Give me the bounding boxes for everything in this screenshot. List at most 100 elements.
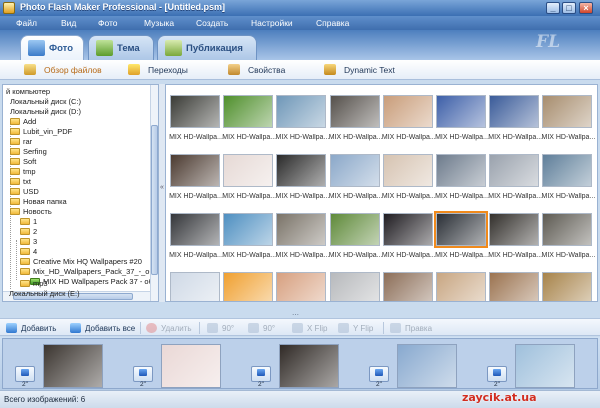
thumbnail-grid[interactable]: MIX HD-Wallpa... MIX HD-Wallpa... MIX HD-W… [165,84,598,302]
tree-item[interactable]: Локальный диск (C:) [10,97,81,107]
thumbnail-item[interactable] [542,272,593,301]
thumbnail-item[interactable]: MIX HD-Wallpa... [541,154,595,210]
thumbnail-item[interactable]: MIX HD-Wallpa... [169,213,223,269]
tab-theme[interactable]: Тема [88,35,154,60]
tree-item[interactable]: Add [10,117,36,127]
subtab-transitions-label: Переходы [148,65,188,75]
thumbnail-item[interactable]: MIX HD-Wallpa... [382,154,436,210]
folder-icon [10,128,20,135]
thumbnail-item[interactable]: MIX HD-Wallpa... [222,95,276,151]
thumbnail-item[interactable]: MIX HD-Wallpa... [382,213,436,269]
maximize-button[interactable]: □ [562,2,576,14]
tree-item-label: Add [23,117,37,126]
tree-item-mp3[interactable]: mp3 [20,279,48,289]
thumbnail-item[interactable] [276,272,327,301]
thumbnail-caption: MIX HD-Wallpa... [488,134,543,141]
thumbnail-image [382,272,433,301]
menu-photo[interactable]: Фото [98,18,118,28]
thumbnail-item[interactable]: MIX HD-Wallpa... [488,154,542,210]
thumbnail-caption: MIX HD-Wallpa... [275,193,330,200]
transition-icon[interactable] [487,366,507,382]
thumbnail-item[interactable]: MIX HD-Wallpa... [275,213,329,269]
tree-item[interactable]: Serfing [10,147,47,157]
thumbnail-item[interactable] [223,272,274,301]
tree-item-label: Soft [23,157,37,166]
thumbnail-item[interactable]: MIX HD-Wallpa... [329,154,383,210]
thumbnail-item[interactable]: MIX HD-Wallpa... [222,213,276,269]
menu-music[interactable]: Музыка [144,18,174,28]
thumbnail-item[interactable]: MIX HD-Wallpa... [169,95,223,151]
thumbnail-item[interactable]: MIX HD-Wallpa... [382,95,436,151]
thumbnail-image [382,213,433,246]
slide-duration: 2" [494,381,500,388]
xflip-icon [292,323,303,333]
thumbnail-item[interactable]: MIX HD-Wallpa... [275,95,329,151]
thumbnail-item[interactable]: MIX HD-Wallpa... [488,95,542,151]
tree-item[interactable]: 3 [20,237,37,247]
tree-item[interactable]: Новая папка [10,197,67,207]
menu-file[interactable]: Файл [16,18,37,28]
tree-item[interactable]: й компьютер [6,87,50,97]
tree-item[interactable]: Soft [10,157,36,167]
thumbnail-item[interactable]: MIX HD-Wallpa... [275,154,329,210]
thumbnail-item[interactable]: MIX HD-Wallpa... [169,154,223,210]
tree-item-label: Mix_HD_Wallpapers_Pack_37_-_обои_HD [33,267,158,276]
transition-icon[interactable] [133,366,153,382]
transition-icon[interactable] [251,366,271,382]
thumbnail-item[interactable]: MIX HD-Wallpa... [329,213,383,269]
tree-item[interactable]: tmp [10,167,36,177]
transition-icon[interactable] [15,366,35,382]
thumbnail-item[interactable] [170,272,220,301]
menu-view[interactable]: Вид [61,18,76,28]
thumbnail-item[interactable]: MIX HD-Wallpa... [488,213,542,269]
menu-create[interactable]: Создать [196,18,228,28]
tree-item-label: Локальный диск (E:) [9,289,80,298]
thumbnail-item[interactable]: MIX HD-Wallpa... [434,211,489,269]
tree-item[interactable]: txt [10,177,31,187]
folder-icon [10,148,20,155]
transition-icon[interactable] [369,366,389,382]
tree-item[interactable]: USD [10,187,39,197]
tree-item[interactable]: Mix_HD_Wallpapers_Pack_37_-_обои_HD [20,267,158,277]
timeline-image [43,344,103,388]
thumbnail-item[interactable]: MIX HD-Wallpa... [541,95,595,151]
thumbnail-item[interactable]: MIX HD-Wallpa... [435,154,489,210]
tree-item[interactable]: 1 [20,217,37,227]
thumbnail-image [276,95,327,128]
thumbnail-item[interactable] [382,272,433,301]
thumbnail-caption: MIX HD-Wallpa... [488,193,543,200]
tab-publish[interactable]: Публикация [157,35,257,60]
publish-icon [165,40,182,56]
menu-settings[interactable]: Настройки [251,18,293,28]
thumbnail-caption: MIX HD-Wallpa... [488,252,543,259]
tree-item[interactable]: Creative Mix HQ Wallpapers #20 [20,257,142,267]
folder-tree[interactable]: й компьютер Локальный диск (C:) Локальны… [2,84,159,302]
tree-item-selected[interactable]: MIX HD Wallpapers Pack 37 - обои HD [30,277,158,287]
tree-item-drive-e[interactable]: Локальный диск (E:) [9,289,80,299]
menu-help[interactable]: Справка [316,18,349,28]
close-button[interactable]: × [579,2,593,14]
thumbnail-image [489,95,540,128]
timeline-panel[interactable]: 2" 2" 2" 2" 2" [2,338,598,389]
tree-item[interactable]: Lubit_vin_PDF [10,127,72,137]
thumbnail-item[interactable] [489,272,540,301]
tree-item[interactable]: rar [10,137,32,147]
thumbnail-caption: MIX HD-Wallpa... [381,193,436,200]
main-tab-strip: Фото Тема Публикация FL [0,30,600,61]
thumbnail-item[interactable]: MIX HD-Wallpa... [435,95,489,151]
slide-duration: 2" [22,381,28,388]
thumbnail-item[interactable] [436,272,486,301]
thumbnail-item[interactable] [329,272,380,301]
tree-item[interactable]: 4 [20,247,37,257]
tree-item[interactable]: 2 [20,227,37,237]
thumbnail-item[interactable]: MIX HD-Wallpa... [541,213,595,269]
tree-item[interactable]: Новость [10,207,52,217]
thumbnail-item[interactable]: MIX HD-Wallpa... [329,95,383,151]
thumbnail-image [223,272,274,301]
tree-scroll-thumb[interactable] [151,125,158,275]
thumbnail-item[interactable]: MIX HD-Wallpa... [222,154,276,210]
thumbnail-image [276,154,327,187]
minimize-button[interactable]: _ [546,2,560,14]
tab-photo[interactable]: Фото [20,35,84,61]
tree-item[interactable]: Локальный диск (D:) [10,107,81,117]
